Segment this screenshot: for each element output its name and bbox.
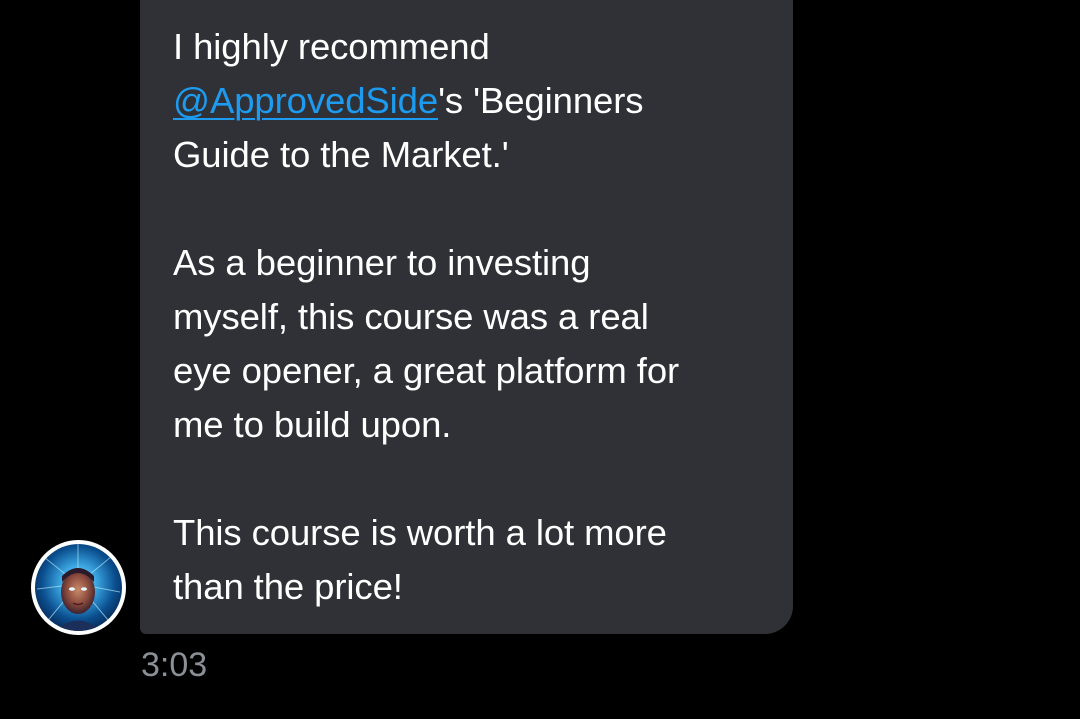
conversation-view: I highly recommend @ApprovedSide's 'Begi… <box>0 0 1080 719</box>
message-paragraph-2: As a beginner to investing myself, this … <box>173 236 765 452</box>
message-line: than the price! <box>173 566 403 607</box>
message-line: This course is worth a lot more <box>173 512 667 553</box>
avatar-image <box>35 544 122 631</box>
message-line: I highly recommend <box>173 26 490 67</box>
user-avatar-icon <box>35 544 122 631</box>
message-line: As a beginner to investing <box>173 242 591 283</box>
message-line: Guide to the Market.' <box>173 134 509 175</box>
sender-avatar[interactable] <box>31 540 126 635</box>
message-line: myself, this course was a real <box>173 296 649 337</box>
message-bubble[interactable]: I highly recommend @ApprovedSide's 'Begi… <box>140 0 793 634</box>
message-paragraph-3: This course is worth a lot more than the… <box>173 506 765 614</box>
message-line: @ApprovedSide's 'Beginners <box>173 74 765 128</box>
message-line: me to build upon. <box>173 404 452 445</box>
message-paragraph-1: I highly recommend @ApprovedSide's 'Begi… <box>173 20 765 182</box>
mention-link[interactable]: @ApprovedSide <box>173 80 438 121</box>
message-line: eye opener, a great platform for <box>173 350 680 391</box>
message-timestamp: 3:03 <box>141 646 208 684</box>
message-text: 's 'Beginners <box>438 80 644 121</box>
